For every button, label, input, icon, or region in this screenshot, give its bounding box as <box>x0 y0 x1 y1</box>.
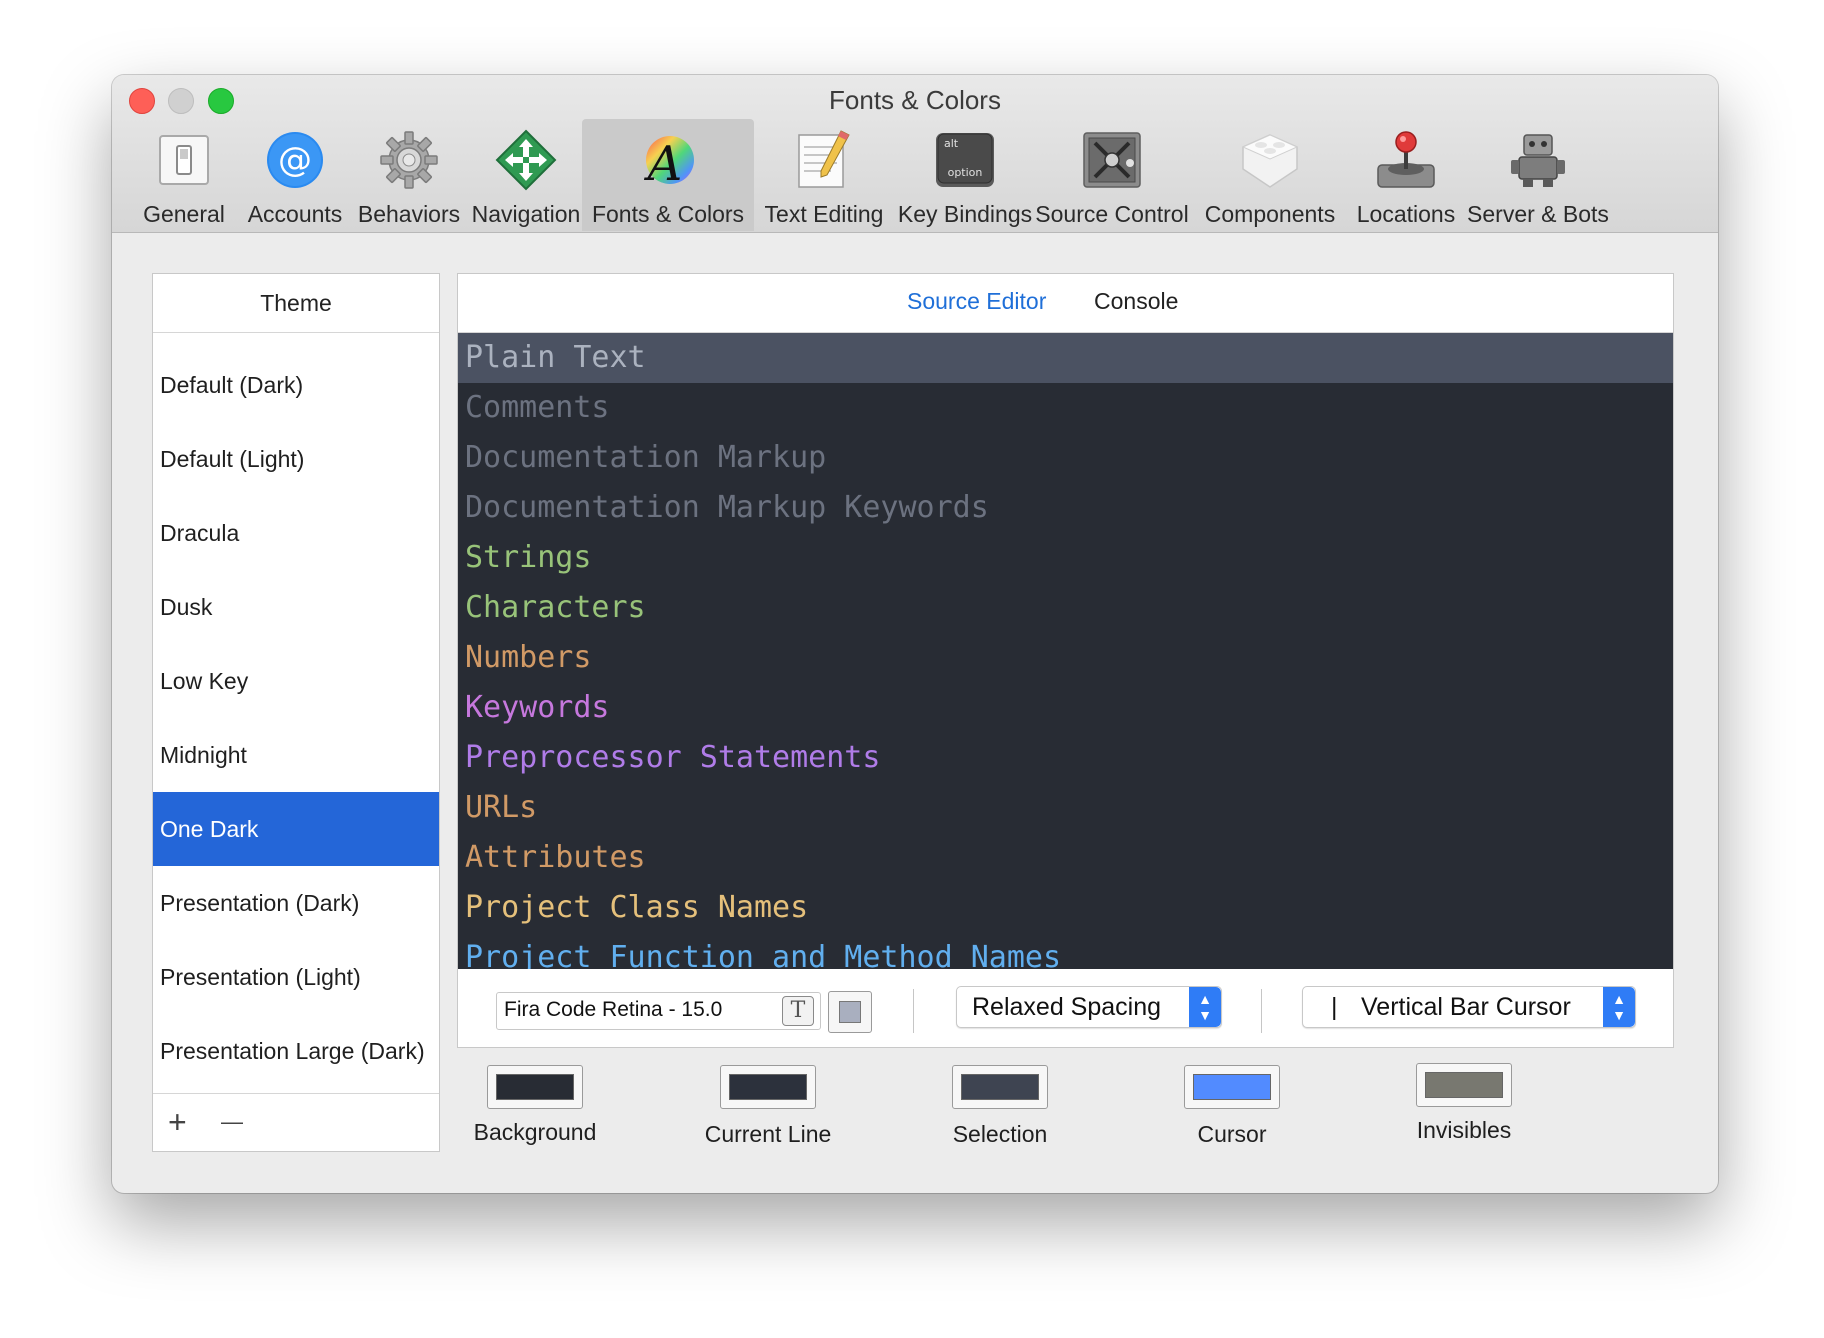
font-field[interactable]: Fira Code Retina - 15.0 T <box>496 992 821 1030</box>
swatch-label: Invisibles <box>1416 1117 1512 1143</box>
theme-item-dracula[interactable]: Dracula <box>153 496 439 570</box>
syntax-item-comments[interactable]: Comments <box>458 383 1673 433</box>
swatch-label: Selection <box>952 1121 1048 1147</box>
theme-item-default-dark[interactable]: Default (Dark) <box>153 348 439 422</box>
option-key-icon: alt option <box>934 129 996 191</box>
syntax-item-numbers[interactable]: Numbers <box>458 633 1673 683</box>
syntax-item-preprocessor-statements[interactable]: Preprocessor Statements <box>458 733 1673 783</box>
toolbar-item-general[interactable]: General <box>124 119 244 231</box>
theme-item-presentation-large-dark[interactable]: Presentation Large (Dark) <box>153 1014 439 1088</box>
window-title: Fonts & Colors <box>829 85 1001 115</box>
syntax-item-plain-text[interactable]: Plain Text <box>458 333 1673 383</box>
cursor-style-popup[interactable]: | Vertical Bar Cursor ▲ ▼ <box>1302 986 1636 1028</box>
svg-text:alt: alt <box>944 137 959 150</box>
at-sign-icon: @ <box>264 129 326 191</box>
toolbar-item-key-bindings[interactable]: alt option Key Bindings <box>894 119 1036 231</box>
toolbar-label: Behaviors <box>357 201 461 227</box>
toolbar-label: Navigation <box>471 201 581 227</box>
syntax-item-keywords[interactable]: Keywords <box>458 683 1673 733</box>
theme-item-dusk[interactable]: Dusk <box>153 570 439 644</box>
add-theme-button[interactable]: + <box>168 1102 187 1142</box>
theme-list-header: Theme <box>153 274 439 333</box>
toolbar-label: Fonts & Colors <box>591 201 745 227</box>
joystick-drive-icon <box>1375 129 1437 191</box>
toolbar-label: General <box>143 201 225 227</box>
editor-tabs: Source Editor Console <box>458 274 1673 333</box>
syntax-item-urls[interactable]: URLs <box>458 783 1673 833</box>
syntax-item-documentation-markup[interactable]: Documentation Markup <box>458 433 1673 483</box>
cursor-color-swatch[interactable]: Cursor <box>1117 1065 1347 1148</box>
background-color-swatch[interactable]: Background <box>420 1065 650 1146</box>
font-controls-row: Fira Code Retina - 15.0 T Relaxed Spacin… <box>458 969 1673 1047</box>
gear-icon <box>378 129 440 191</box>
divider <box>913 989 914 1033</box>
toolbar-item-navigation[interactable]: Navigation <box>456 119 596 231</box>
toolbar-label: Key Bindings <box>897 201 1033 227</box>
theme-item-one-dark[interactable]: One Dark <box>153 792 439 866</box>
selection-color-swatch[interactable]: Selection <box>885 1065 1115 1148</box>
robot-icon <box>1507 129 1569 191</box>
toolbar-item-fonts-colors[interactable]: A Fonts & Colors <box>582 119 754 231</box>
editor-settings-panel: Source Editor Console Plain Text Comment… <box>457 273 1674 1048</box>
theme-item-presentation-light[interactable]: Presentation (Light) <box>153 940 439 1014</box>
lego-brick-icon <box>1239 129 1301 191</box>
toolbar-item-text-editing[interactable]: Text Editing <box>750 119 898 231</box>
current-line-color-swatch[interactable]: Current Line <box>653 1065 883 1148</box>
tab-console[interactable]: Console <box>1094 288 1178 315</box>
toolbar-label: Accounts <box>247 201 343 227</box>
syntax-item-attributes[interactable]: Attributes <box>458 833 1673 883</box>
theme-item-midnight[interactable]: Midnight <box>153 718 439 792</box>
font-color-a-icon: A <box>637 129 699 191</box>
syntax-item-characters[interactable]: Characters <box>458 583 1673 633</box>
theme-list[interactable]: Default (Dark) Default (Light) Dracula D… <box>153 333 439 1093</box>
toolbar-label: Text Editing <box>764 201 884 227</box>
toolbar-label: Components <box>1204 201 1336 227</box>
font-picker-icon[interactable]: T <box>782 996 814 1026</box>
notepad-pencil-icon <box>793 129 855 191</box>
syntax-item-project-function-names[interactable]: Project Function and Method Names <box>458 933 1673 969</box>
general-switch-icon <box>153 129 215 191</box>
chevron-up-down-icon: ▲ ▼ <box>1603 987 1635 1027</box>
syntax-element-list[interactable]: Plain Text Comments Documentation Markup… <box>458 333 1673 969</box>
divider <box>1261 989 1262 1033</box>
cursor-glyph: | <box>1331 993 1338 1021</box>
toolbar-item-locations[interactable]: Locations <box>1344 119 1468 231</box>
svg-text:A: A <box>644 136 683 190</box>
theme-item-default-light[interactable]: Default (Light) <box>153 422 439 496</box>
theme-list-footer: + — <box>153 1093 439 1151</box>
navigation-arrows-icon <box>495 129 557 191</box>
theme-list-panel: Theme Default (Dark) Default (Light) Dra… <box>152 273 440 1152</box>
syntax-item-strings[interactable]: Strings <box>458 533 1673 583</box>
syntax-item-documentation-markup-keywords[interactable]: Documentation Markup Keywords <box>458 483 1673 533</box>
toolbar-item-components[interactable]: Components <box>1192 119 1348 231</box>
remove-theme-button[interactable]: — <box>221 1102 243 1142</box>
chevron-up-down-icon: ▲ ▼ <box>1189 987 1221 1027</box>
swatch-label: Background <box>473 1119 597 1145</box>
toolbar-item-accounts[interactable]: @ Accounts <box>240 119 350 231</box>
toolbar-label: Source Control <box>1035 201 1189 227</box>
line-spacing-value: Relaxed Spacing <box>972 993 1162 1021</box>
svg-text:option: option <box>948 166 983 179</box>
font-color-well[interactable] <box>828 991 872 1033</box>
cursor-style-value: Vertical Bar Cursor <box>1361 993 1571 1021</box>
invisibles-color-swatch[interactable]: Invisibles <box>1349 1063 1579 1144</box>
toolbar-item-source-control[interactable]: Source Control <box>1028 119 1196 231</box>
toolbar-label: Locations <box>1356 201 1456 227</box>
toolbar: Fonts & Colors General @ Accounts Behavi… <box>112 75 1718 233</box>
preferences-window: Fonts & Colors General @ Accounts Behavi… <box>112 75 1718 1193</box>
swatch-label: Cursor <box>1197 1121 1267 1147</box>
line-spacing-popup[interactable]: Relaxed Spacing ▲ ▼ <box>956 986 1222 1028</box>
syntax-item-project-class-names[interactable]: Project Class Names <box>458 883 1673 933</box>
font-value: Fira Code Retina - 15.0 <box>504 998 723 1021</box>
theme-item-low-key[interactable]: Low Key <box>153 644 439 718</box>
safe-icon <box>1081 129 1143 191</box>
toolbar-label: Server & Bots <box>1467 201 1609 227</box>
tab-source-editor[interactable]: Source Editor <box>907 288 1046 315</box>
toolbar-item-server-bots[interactable]: Server & Bots <box>1462 119 1614 231</box>
theme-item-presentation-dark[interactable]: Presentation (Dark) <box>153 866 439 940</box>
swatch-label: Current Line <box>704 1121 832 1147</box>
svg-text:@: @ <box>278 140 312 180</box>
